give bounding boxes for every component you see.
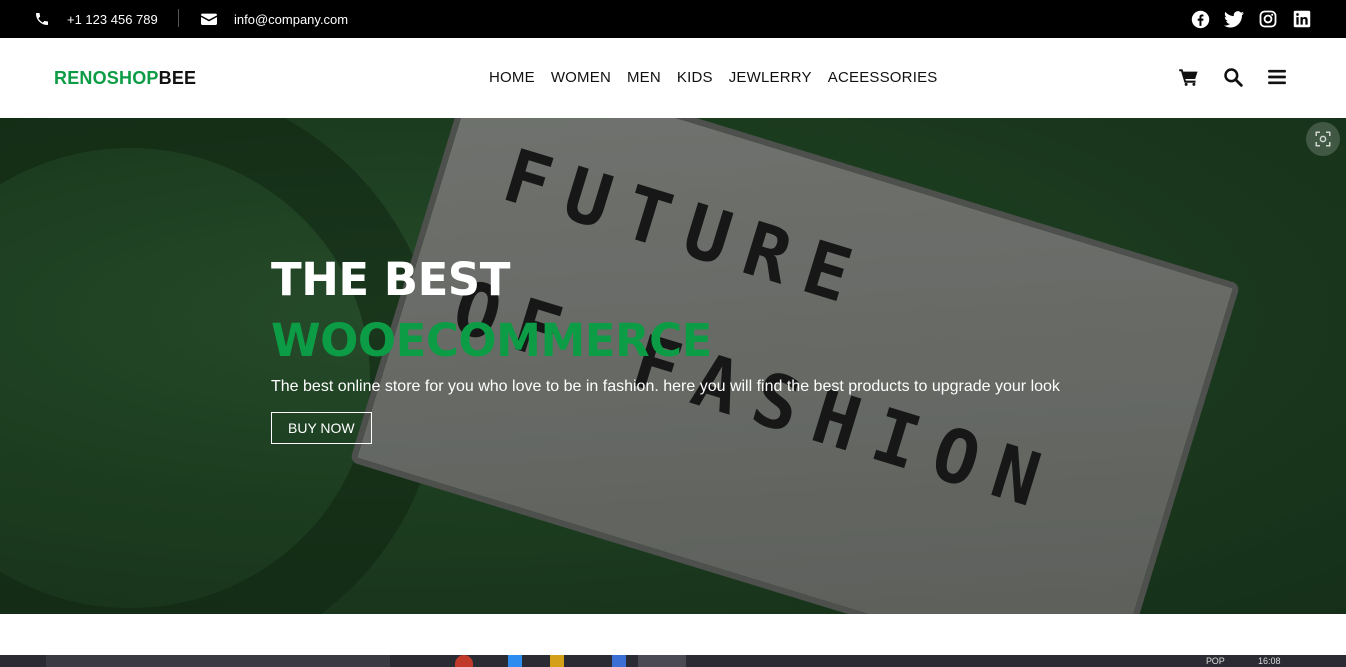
site-logo[interactable]: RENOSHOPBEE [54, 68, 196, 89]
nav-men[interactable]: MEN [627, 69, 661, 86]
taskbar-search-box[interactable] [46, 655, 390, 667]
search-icon[interactable] [1222, 66, 1244, 88]
cart-icon[interactable] [1178, 66, 1200, 88]
buy-now-button[interactable]: BUY NOW [271, 412, 372, 444]
taskbar-app-icon[interactable] [508, 655, 522, 667]
taskbar-clock[interactable]: 16:08 [1258, 656, 1281, 666]
os-taskbar: РОР 16:08 [0, 655, 1346, 667]
hero-title-accent: WOOECOMMERCE [271, 314, 712, 367]
menu-icon[interactable] [1266, 66, 1288, 88]
top-bar: +1 123 456 789 info@company.com [0, 0, 1346, 38]
topbar-divider [178, 9, 179, 27]
twitter-icon[interactable] [1224, 9, 1244, 29]
envelope-icon [201, 10, 219, 28]
taskbar-app-icon[interactable] [550, 655, 564, 667]
taskbar-app-icon[interactable] [612, 655, 626, 667]
phone-number: +1 123 456 789 [67, 11, 158, 27]
social-links [1190, 0, 1312, 38]
main-nav: HOME WOMEN MEN KIDS JEWLERRY ACEESSORIES [489, 69, 937, 86]
hero-subtitle: The best online store for you who love t… [271, 378, 1060, 395]
hero-banner: FUTURE OF FASHION THE BEST WOOECOMMERCE … [0, 118, 1346, 614]
nav-kids[interactable]: KIDS [677, 69, 713, 86]
hero-title: THE BEST [271, 253, 510, 306]
linkedin-icon[interactable] [1292, 9, 1312, 29]
nav-women[interactable]: WOMEN [551, 69, 611, 86]
instagram-icon[interactable] [1258, 9, 1278, 29]
logo-text-green: RENOSHOP [54, 68, 159, 88]
phone-contact[interactable]: +1 123 456 789 [34, 0, 158, 38]
nav-jewlerry[interactable]: JEWLERRY [729, 69, 812, 86]
facebook-icon[interactable] [1190, 9, 1210, 29]
nav-home[interactable]: HOME [489, 69, 535, 86]
hero-content: THE BEST WOOECOMMERCE The best online st… [271, 252, 1060, 444]
header-actions [1178, 66, 1288, 88]
phone-icon [34, 10, 52, 28]
taskbar-app-icon[interactable] [455, 655, 473, 667]
logo-text-dark: BEE [158, 68, 197, 88]
taskbar-active-app[interactable] [638, 655, 686, 667]
nav-accessories[interactable]: ACEESSORIES [828, 69, 938, 86]
email-address: info@company.com [234, 11, 349, 27]
site-header: RENOSHOPBEE HOME WOMEN MEN KIDS JEWLERRY… [0, 38, 1346, 118]
visual-search-icon[interactable] [1306, 122, 1340, 156]
taskbar-language[interactable]: РОР [1206, 656, 1225, 666]
email-contact[interactable]: info@company.com [201, 0, 348, 38]
